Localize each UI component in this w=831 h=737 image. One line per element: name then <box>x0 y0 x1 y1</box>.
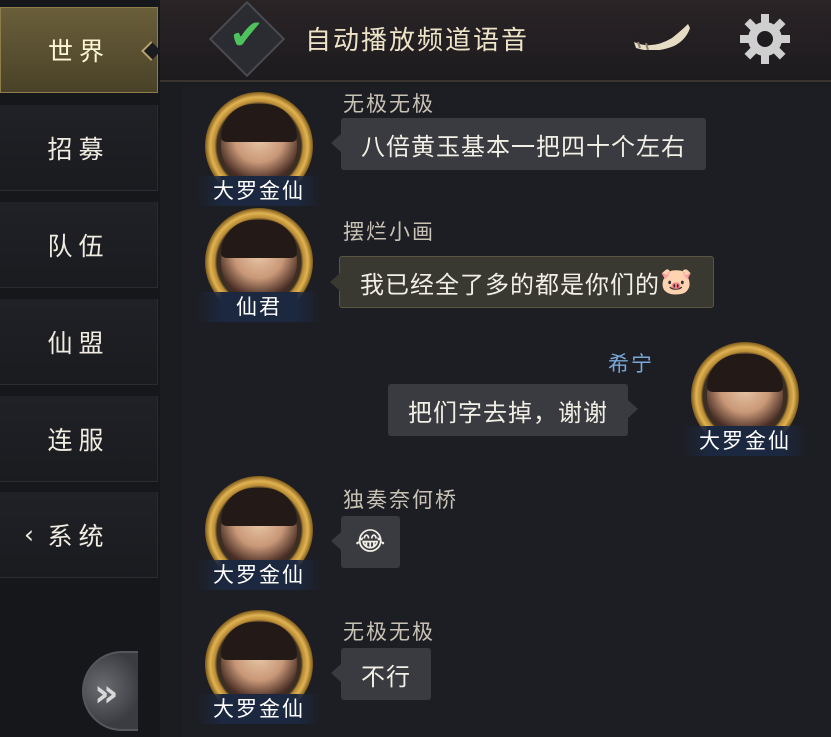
message-bubble[interactable]: 八倍黄玉基本一把四十个左右 <box>331 118 706 170</box>
message-text: 不行 <box>361 662 411 691</box>
tab-system[interactable]: ‹ 系统 <box>0 492 158 578</box>
chat-message-list[interactable]: 无极无极 大罗金仙 八倍黄玉基本一把四十个左右 摆烂小画 仙君 我已经全了多的都… <box>183 84 831 737</box>
auto-play-label: 自动播放频道语音 <box>305 26 530 56</box>
tab-world[interactable]: 世界 <box>0 7 161 93</box>
tab-cross-server[interactable]: 连服 <box>0 396 158 482</box>
tab-cross-server-label: 连服 <box>47 425 110 455</box>
channel-sidebar: 世界 招募 队伍 仙盟 连服 ‹ 系统 » <box>0 0 161 737</box>
chevron-left-icon: ‹ <box>24 520 40 549</box>
message-text: 把们字去掉，谢谢 <box>408 398 608 427</box>
sender-name: 摆烂小画 <box>343 220 435 244</box>
tab-recruit-label: 招募 <box>47 134 110 164</box>
sender-name: 独奏奈何桥 <box>343 488 458 512</box>
tab-recruit[interactable]: 招募 <box>0 105 158 191</box>
message-bubble[interactable]: 把们字去掉，谢谢 <box>388 384 638 436</box>
rank-badge: 仙君 <box>197 292 321 322</box>
tab-team-label: 队伍 <box>47 231 110 261</box>
gear-icon[interactable] <box>738 12 792 66</box>
expand-button[interactable]: » <box>82 651 138 731</box>
rank-badge: 大罗金仙 <box>683 426 807 456</box>
message-text: 我已经全了多的都是你们的 <box>360 270 660 299</box>
rank-badge: 大罗金仙 <box>197 694 321 724</box>
tab-team[interactable]: 队伍 <box>0 202 158 288</box>
message-text: 八倍黄玉基本一把四十个左右 <box>361 132 686 161</box>
active-indicator <box>141 41 161 61</box>
message-bubble[interactable]: 不行 <box>331 648 431 700</box>
rank-badge: 大罗金仙 <box>197 560 321 590</box>
avatar[interactable]: 大罗金仙 <box>197 476 321 600</box>
avatar[interactable]: 仙君 <box>197 208 321 332</box>
sender-name: 无极无极 <box>343 92 435 116</box>
sender-name: 无极无极 <box>343 620 435 644</box>
checkmark-icon: ✔ <box>229 10 265 59</box>
rank-badge: 大罗金仙 <box>197 176 321 206</box>
avatar[interactable]: 大罗金仙 <box>683 342 807 466</box>
tab-world-label: 世界 <box>47 37 110 66</box>
sender-name: 希宁 <box>608 352 654 376</box>
tab-alliance[interactable]: 仙盟 <box>0 299 158 385</box>
horn-icon[interactable] <box>632 20 692 50</box>
tab-alliance-label: 仙盟 <box>47 328 110 358</box>
chat-header: ✔ 自动播放频道语音 <box>160 0 831 82</box>
message-bubble[interactable]: 😂 <box>330 516 401 568</box>
avatar[interactable]: 大罗金仙 <box>197 92 321 216</box>
double-chevron-right-icon: » <box>94 671 119 715</box>
message-bubble[interactable]: 我已经全了多的都是你们的 🐷 <box>329 256 715 308</box>
avatar[interactable]: 大罗金仙 <box>197 610 321 734</box>
laughing-crying-emoji-icon: 😂 <box>355 527 387 557</box>
tab-system-label: 系统 <box>47 521 110 551</box>
pig-emoji-icon: 🐷 <box>660 267 694 297</box>
